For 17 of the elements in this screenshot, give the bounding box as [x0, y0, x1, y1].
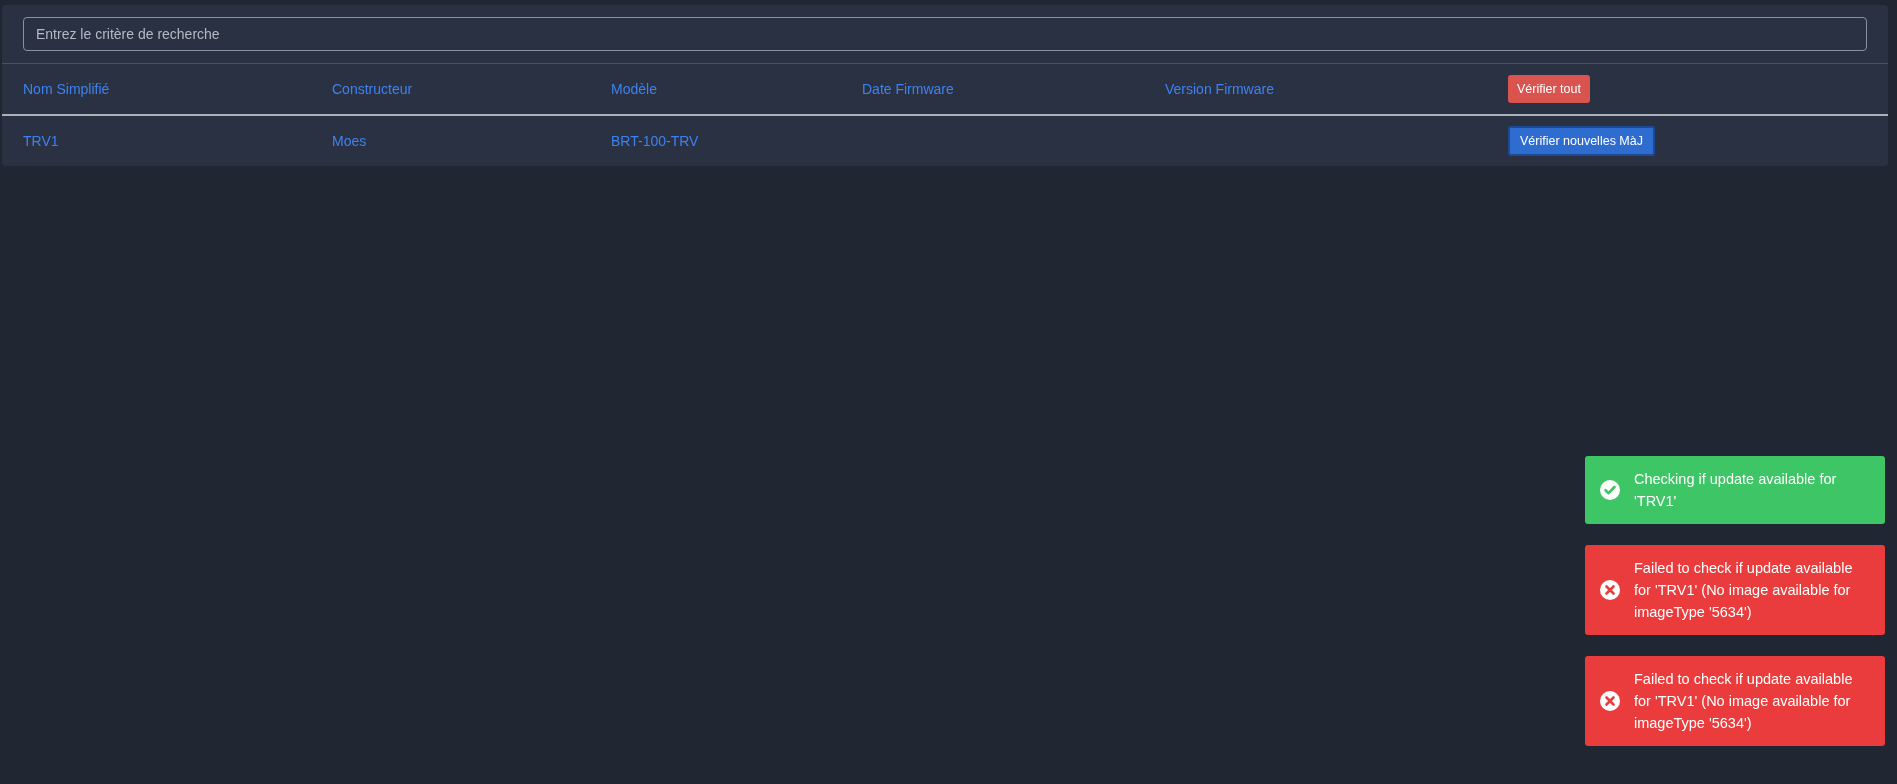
check-updates-button[interactable]: Vérifier nouvelles MàJ [1508, 126, 1655, 156]
column-header[interactable]: Version Firmware [1165, 78, 1508, 100]
notification-message: Failed to check if update available for 'TRV1' (No image available for imageType '5634') [1634, 670, 1854, 733]
x-circle-icon [1600, 580, 1620, 600]
column-header[interactable]: Nom Simplifié [23, 78, 332, 100]
column-header[interactable]: Modèle [611, 78, 862, 100]
column-header[interactable]: Constructeur [332, 78, 611, 100]
x-circle-icon [1600, 691, 1620, 711]
table-cell-text: BRT-100-TRV [611, 131, 700, 151]
table-cell-text: Moes [332, 131, 368, 151]
column-header[interactable]: Date Firmware [862, 78, 1165, 100]
table-cell-text: TRV1 [23, 131, 60, 151]
notification-message: Checking if update available for 'TRV1' [1634, 470, 1838, 511]
verify-all-button[interactable]: Vérifier tout [1508, 75, 1590, 103]
notification-message: Failed to check if update available for 'TRV1' (No image available for imageType '5634') [1634, 559, 1854, 622]
check-circle-icon [1600, 480, 1620, 500]
search-field[interactable]: Entrez le critère de recherche [23, 17, 1867, 51]
